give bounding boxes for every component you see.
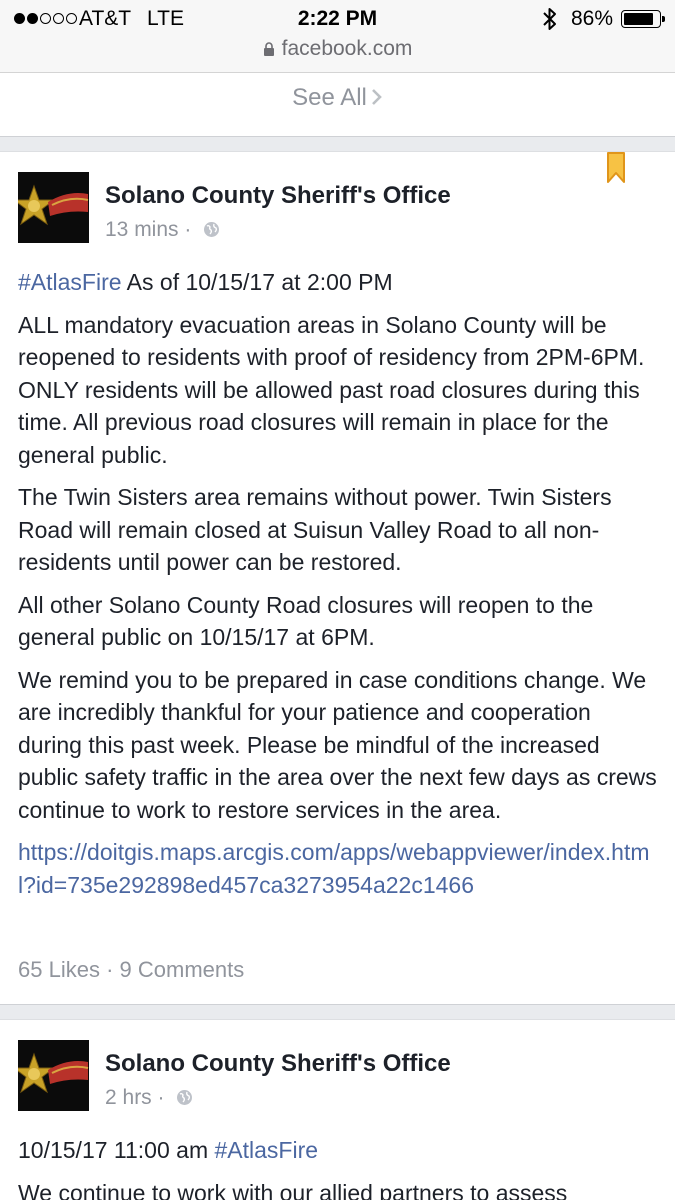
chevron-right-icon — [371, 89, 382, 105]
meta-separator: · — [157, 1086, 165, 1109]
hashtag-link[interactable]: #AtlasFire — [215, 1137, 319, 1163]
see-all-label: See All — [292, 84, 367, 111]
battery-icon — [621, 10, 665, 28]
battery-percent: 86% — [571, 7, 614, 30]
browser-top-bar: AT&T LTE 2:22 PM 86% facebook.com — [0, 0, 675, 73]
sheriff-badge-icon — [18, 1040, 89, 1111]
post-url-link[interactable]: https://doitgis.maps.arcgis.com/apps/web… — [18, 836, 658, 901]
comments-count[interactable]: 9 Comments — [120, 957, 245, 982]
meta-separator: · — [184, 218, 192, 241]
post-paragraph: We remind you to be prepared in case con… — [18, 666, 657, 823]
feed-divider — [0, 136, 675, 152]
post-headline: #AtlasFire As of 10/15/17 at 2:00 PM — [18, 266, 658, 299]
post-headline: 10/15/17 11:00 am #AtlasFire — [18, 1134, 668, 1167]
post-time[interactable]: 13 mins — [105, 218, 179, 241]
lock-icon — [263, 42, 274, 56]
stats-separator: · — [106, 957, 114, 982]
headline-text: 10/15/17 11:00 am — [18, 1137, 209, 1163]
globe-icon — [177, 1090, 193, 1105]
headline-text: As of 10/15/17 at 2:00 PM — [126, 269, 393, 295]
feed-post: Solano County Sheriff's Office 2 hrs · 1… — [0, 1020, 675, 1200]
battery-nub — [662, 16, 665, 22]
post-paragraph: The Twin Sisters area remains without po… — [18, 484, 612, 575]
post-paragraph: All other Solano County Road closures wi… — [18, 591, 594, 651]
globe-icon — [204, 222, 220, 237]
address-bar[interactable]: facebook.com — [0, 37, 675, 61]
status-bar: AT&T LTE 2:22 PM 86% — [0, 0, 675, 38]
post-author[interactable]: Solano County Sheriff's Office — [105, 1050, 451, 1078]
post-meta: 2 hrs · — [105, 1086, 193, 1110]
post-author[interactable]: Solano County Sheriff's Office — [105, 182, 451, 210]
post-body: #AtlasFire As of 10/15/17 at 2:00 PM ALL… — [18, 266, 658, 911]
post-body: 10/15/17 11:00 am #AtlasFire We continue… — [18, 1134, 668, 1200]
post-stats: 65 Likes · 9 Comments — [18, 957, 244, 983]
url-text: facebook.com — [281, 37, 413, 60]
post-time[interactable]: 2 hrs — [105, 1086, 152, 1109]
see-all-link[interactable]: See All — [0, 72, 675, 136]
post-paragraph: ALL mandatory evacuation areas in Solano… — [18, 311, 645, 468]
hashtag-link[interactable]: #AtlasFire — [18, 269, 122, 295]
sheriff-badge-icon — [18, 172, 89, 243]
page-avatar[interactable] — [18, 1040, 89, 1111]
page-avatar[interactable] — [18, 172, 89, 243]
battery-fill — [624, 13, 654, 25]
post-paragraph: We continue to work with our allied part… — [18, 1179, 568, 1200]
likes-count[interactable]: 65 Likes — [18, 957, 100, 982]
bluetooth-icon — [543, 8, 556, 30]
feed-post: Solano County Sheriff's Office 13 mins ·… — [0, 152, 675, 1004]
bookmark-icon[interactable] — [606, 152, 626, 184]
feed-divider — [0, 1004, 675, 1020]
post-meta: 13 mins · — [105, 218, 220, 242]
